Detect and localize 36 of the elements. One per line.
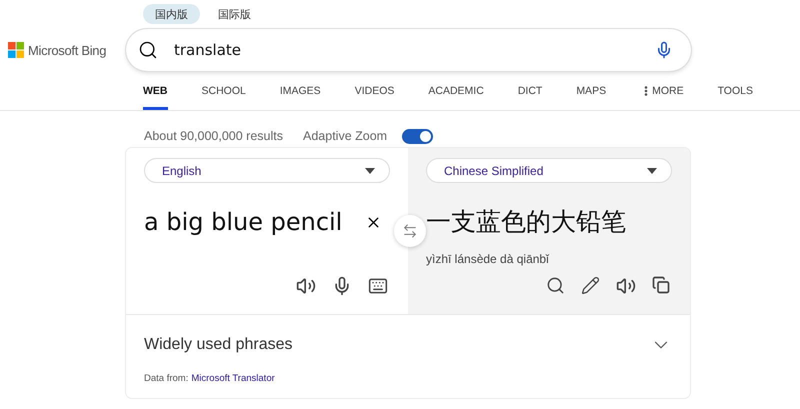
speaker-icon[interactable] bbox=[616, 276, 636, 296]
nav-tab[interactable]: DICT bbox=[518, 72, 542, 110]
pencil-icon[interactable] bbox=[581, 276, 600, 295]
source-language-dropdown[interactable]: English bbox=[144, 158, 390, 183]
swap-icon bbox=[402, 223, 418, 239]
copy-icon[interactable] bbox=[652, 276, 670, 294]
keyboard-icon[interactable] bbox=[368, 276, 388, 296]
search-icon[interactable] bbox=[546, 276, 565, 295]
caret-icon bbox=[647, 168, 657, 174]
translation-text: 一支蓝色的大铅笔 bbox=[426, 206, 627, 238]
speaker-icon[interactable] bbox=[296, 276, 316, 296]
caret-icon bbox=[365, 168, 375, 174]
attribution-label: Data from: bbox=[144, 373, 188, 384]
search-icon bbox=[138, 40, 158, 60]
microphone-icon[interactable] bbox=[655, 41, 673, 59]
nav-tab[interactable]: VIDEOS bbox=[354, 72, 394, 110]
adaptive-zoom-label: Adaptive Zoom bbox=[303, 129, 388, 143]
nav-tab[interactable]: WEB bbox=[143, 72, 168, 110]
search-field[interactable]: translate bbox=[172, 40, 641, 60]
logo-text: Microsoft Bing bbox=[28, 42, 106, 58]
results-count: About 90,000,000 results bbox=[144, 129, 283, 143]
adaptive-zoom-toggle[interactable] bbox=[402, 128, 434, 144]
source-text: a big blue pencil bbox=[144, 208, 342, 236]
attribution-link[interactable]: Microsoft Translator bbox=[191, 373, 275, 384]
pinyin-text: yìzhī lánsède dà qiānbǐ bbox=[426, 252, 550, 266]
nav-tab[interactable]: MAPS bbox=[576, 72, 606, 110]
nav-tab[interactable]: MORE bbox=[640, 72, 684, 110]
target-language-dropdown[interactable]: Chinese Simplified bbox=[426, 158, 672, 183]
nav-tab[interactable]: ACADEMIC bbox=[428, 72, 484, 110]
phrases-heading: Widely used phrases bbox=[144, 336, 293, 354]
nav-tab[interactable]: IMAGES bbox=[280, 72, 321, 110]
market-tab[interactable]: 国内版 bbox=[143, 4, 200, 24]
logo-icon bbox=[8, 42, 24, 58]
nav-tab[interactable]: TOOLS bbox=[718, 72, 753, 110]
market-tab[interactable]: 国际版 bbox=[206, 4, 263, 24]
nav-tab[interactable]: SCHOOL bbox=[202, 72, 246, 110]
